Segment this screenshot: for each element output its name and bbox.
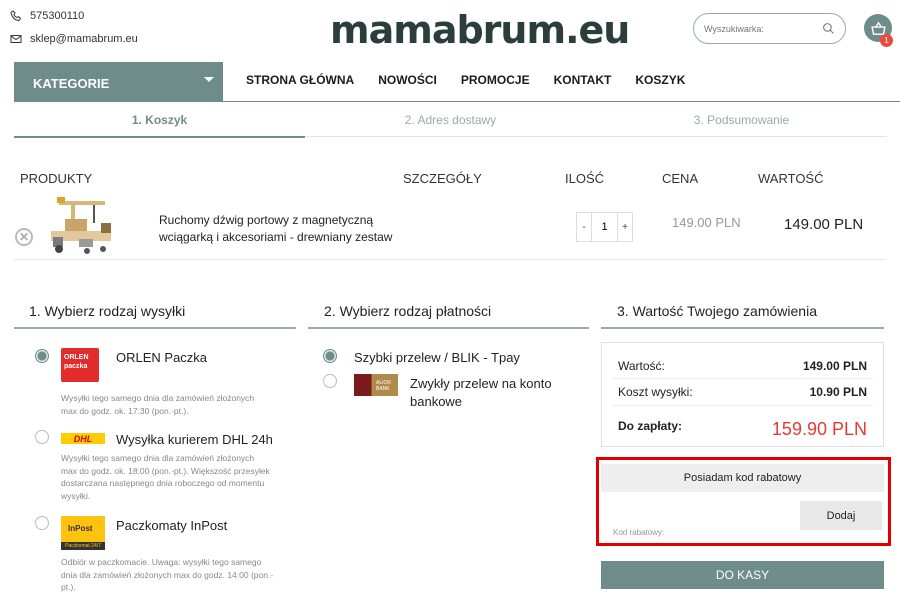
step-cart[interactable]: 1. Koszyk: [14, 113, 305, 127]
shipping-name-inpost[interactable]: Paczkomaty InPost: [116, 518, 227, 533]
quantity-stepper: - +: [576, 212, 633, 242]
summary-value: 149.00 PLN: [802, 359, 867, 373]
shipping-radio-orlen[interactable]: [35, 349, 49, 363]
summary-total-label: Do zapłaty:: [618, 419, 683, 433]
nav-contact[interactable]: KONTAKT: [554, 73, 612, 87]
cart-count-badge: 1: [880, 34, 893, 47]
alior-logo-text: ALIOR BANK: [376, 380, 392, 392]
nav-new[interactable]: NOWOŚCI: [378, 73, 437, 87]
nav-promotions[interactable]: PROMOCJE: [461, 73, 530, 87]
product-name[interactable]: Ruchomy dźwig portowy z magnetyczną wcią…: [159, 212, 399, 246]
caret-down-icon: [204, 77, 214, 82]
unit-price: 149.00 PLN: [672, 215, 741, 230]
discount-code-toggle-button[interactable]: Posiadam kod rabatowy: [601, 464, 884, 492]
main-nav: STRONA GŁÓWNA NOWOŚCI PROMOCJE KONTAKT K…: [246, 73, 685, 87]
summary-total: 159.90 PLN: [771, 419, 867, 439]
nav-divider: [14, 101, 900, 102]
step-address[interactable]: 2. Adres dostawy: [305, 113, 596, 127]
qty-minus-button[interactable]: -: [577, 213, 591, 241]
summary-shipping: 10.90 PLN: [809, 385, 867, 399]
header-quantity: ILOŚĆ: [565, 171, 605, 186]
search-icon[interactable]: [822, 22, 835, 35]
phone-number: 575300110: [30, 10, 85, 22]
row-divider: [14, 259, 886, 260]
categories-dropdown[interactable]: KATEGORIE: [14, 62, 223, 101]
discount-code-label: Kod rabatowy:: [613, 528, 665, 537]
qty-plus-button[interactable]: +: [618, 213, 632, 241]
payment-name-transfer[interactable]: Zwykły przelew na konto bankowe: [410, 375, 570, 411]
shipping-desc-orlen: Wysyłki tego samego dnia dla zamówień zł…: [61, 393, 255, 416]
shipping-desc-inpost: Odbiór w paczkomacie. Uwaga: wysyłki teg…: [61, 557, 274, 592]
payment-radio-tpay[interactable]: [323, 349, 337, 363]
mail-icon: [10, 35, 22, 43]
qty-input[interactable]: [591, 213, 618, 241]
summary-title-line: [601, 327, 884, 329]
shipping-title: 1. Wybierz rodzaj wysyłki: [29, 303, 186, 319]
email-contact[interactable]: sklep@mamabrum.eu: [10, 33, 138, 45]
phone-icon: [10, 10, 22, 22]
inpost-logo: InPost Paczkomat 24/7: [61, 516, 105, 550]
step-summary[interactable]: 3. Podsumowanie: [596, 113, 887, 127]
payment-title-line: [308, 327, 589, 329]
shipping-radio-inpost[interactable]: [35, 516, 49, 530]
shipping-name-orlen[interactable]: ORLEN Paczka: [116, 350, 207, 365]
email-address: sklep@mamabrum.eu: [30, 33, 138, 45]
payment-radio-transfer[interactable]: [323, 374, 337, 388]
payment-name-tpay[interactable]: Szybki przelew / BLIK - Tpay: [354, 350, 520, 365]
summary-divider-2: [613, 405, 873, 406]
shipping-radio-dhl[interactable]: [35, 430, 49, 444]
dhl-logo-text: DHL: [73, 433, 93, 444]
line-total: 149.00 PLN: [784, 216, 864, 233]
checkout-button[interactable]: DO KASY: [601, 561, 884, 589]
nav-cart[interactable]: KOSZYK: [635, 73, 685, 87]
header-value: WARTOŚĆ: [758, 171, 824, 186]
inpost-logo-text: InPost: [68, 524, 93, 533]
shipping-desc-dhl: Wysyłki tego samego dnia dla zamówień zł…: [61, 453, 270, 501]
summary-divider-1: [613, 378, 873, 379]
orlen-logo-text: ORLEN paczka: [64, 354, 89, 370]
inpost-logo-subtext: Paczkomat 24/7: [61, 542, 105, 550]
shipping-title-line: [14, 327, 296, 329]
alior-logo: ALIOR BANK: [354, 374, 398, 396]
search-box[interactable]: [693, 13, 846, 44]
summary-value-label: Wartość:: [618, 359, 665, 373]
header-price: CENA: [662, 171, 699, 186]
dhl-logo: DHL: [61, 433, 105, 444]
site-logo[interactable]: mamabrum.eu: [330, 8, 630, 52]
phone-contact[interactable]: 575300110: [10, 10, 84, 22]
header-details: SZCZEGÓŁY: [403, 171, 482, 186]
search-input[interactable]: [704, 23, 814, 34]
summary-shipping-label: Koszt wysyłki:: [618, 385, 693, 399]
payment-title: 2. Wybierz rodzaj płatności: [324, 303, 492, 319]
step-progress-active: [14, 136, 305, 138]
header-products: PRODUKTY: [20, 171, 93, 186]
shipping-name-dhl[interactable]: Wysyłka kurierem DHL 24h: [116, 432, 273, 447]
orlen-logo: ORLEN paczka: [61, 348, 99, 382]
apply-discount-button[interactable]: Dodaj: [800, 501, 882, 530]
step-progress-rest: [305, 136, 887, 137]
summary-title: 3. Wartość Twojego zamówienia: [617, 303, 817, 319]
categories-label: KATEGORIE: [33, 76, 110, 91]
remove-item-button[interactable]: ✕: [15, 228, 33, 246]
nav-home[interactable]: STRONA GŁÓWNA: [246, 73, 354, 87]
product-image[interactable]: [45, 193, 122, 259]
